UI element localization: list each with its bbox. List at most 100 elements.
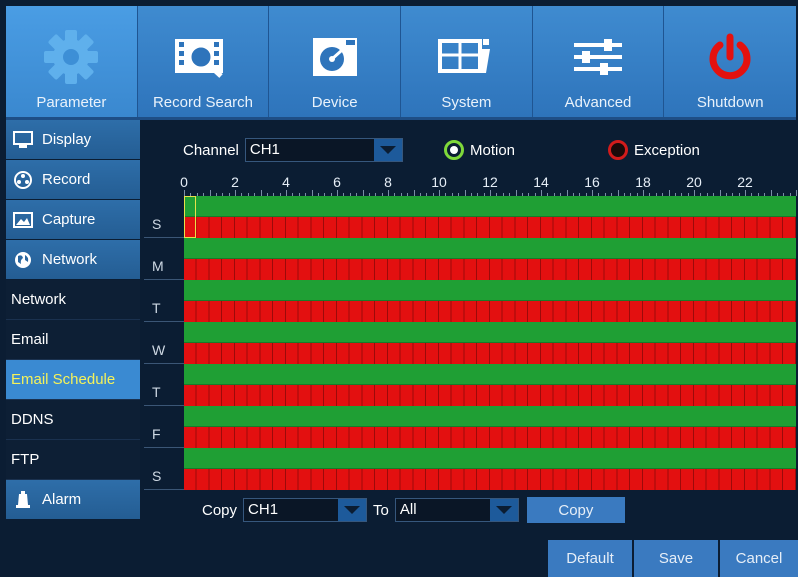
tab-advanced[interactable]: Advanced <box>533 6 665 117</box>
tab-shutdown[interactable]: Shutdown <box>664 6 796 117</box>
sidebar-item-network[interactable]: Network <box>6 240 140 280</box>
sidebar-item-label: Alarm <box>42 491 82 508</box>
day-label: T <box>152 384 161 400</box>
sidebar-item-display[interactable]: Display <box>6 120 140 160</box>
sidebar-item-network-sub[interactable]: Network <box>6 280 140 320</box>
exception-schedule-bar[interactable] <box>184 217 796 238</box>
schedule-row[interactable] <box>184 196 796 238</box>
gear-icon <box>39 30 103 84</box>
hour-label: 14 <box>533 174 549 190</box>
day-divider <box>144 237 184 238</box>
hour-label: 4 <box>282 174 290 190</box>
motion-schedule-bar[interactable] <box>184 322 796 343</box>
tab-system[interactable]: System <box>401 6 533 117</box>
sidebar-item-ftp[interactable]: FTP <box>6 440 140 480</box>
copy-button[interactable]: Copy <box>526 497 625 523</box>
day-divider <box>144 489 184 490</box>
day-divider <box>144 405 184 406</box>
day-label: S <box>152 216 162 232</box>
sidebar-item-label: FTP <box>11 451 40 468</box>
day-label: S <box>152 468 162 484</box>
hour-label: 8 <box>384 174 392 190</box>
hour-label: 22 <box>737 174 753 190</box>
legend-exception-label: Exception <box>634 141 700 159</box>
day-label: W <box>152 342 166 358</box>
cancel-button[interactable]: Cancel <box>718 540 798 577</box>
day-divider <box>144 447 184 448</box>
tab-device[interactable]: Device <box>269 6 402 117</box>
sidebar: Display Record Capture Network Network E… <box>6 120 140 577</box>
schedule-grid[interactable] <box>184 196 796 490</box>
exception-schedule-bar[interactable] <box>184 301 796 322</box>
motion-schedule-bar[interactable] <box>184 406 796 427</box>
schedule-row[interactable] <box>184 322 796 364</box>
hour-timeline: 0 2 4 6 8 10 12 14 16 18 20 22 <box>180 174 797 196</box>
tab-label: Record Search <box>152 94 254 111</box>
sidebar-item-label: Email Schedule <box>11 371 116 388</box>
sidebar-item-label: Display <box>42 131 92 148</box>
exception-schedule-bar[interactable] <box>184 343 796 364</box>
legend-motion[interactable]: Motion <box>444 140 515 160</box>
legend-motion-label: Motion <box>470 141 516 159</box>
alarm-bell-icon <box>12 490 34 509</box>
film-search-icon <box>173 32 233 82</box>
tab-label: Parameter <box>36 94 107 111</box>
day-divider <box>144 321 184 322</box>
copy-to-label: To <box>373 501 389 519</box>
sidebar-item-record[interactable]: Record <box>6 160 140 200</box>
sliders-icon <box>570 32 626 82</box>
schedule-row[interactable] <box>184 238 796 280</box>
schedule-row[interactable] <box>184 406 796 448</box>
image-icon <box>12 211 34 229</box>
motion-schedule-bar[interactable] <box>184 364 796 385</box>
globe-icon <box>12 251 34 269</box>
motion-schedule-bar[interactable] <box>184 448 796 469</box>
copy-from-select[interactable]: CH1 <box>243 498 368 522</box>
hour-label: 6 <box>333 174 341 190</box>
copy-row: Copy CH1 To All Copy <box>202 497 625 523</box>
tab-label: Shutdown <box>696 94 764 111</box>
schedule-row[interactable] <box>184 364 796 406</box>
hour-label: 12 <box>482 174 498 190</box>
sidebar-item-ddns[interactable]: DDNS <box>6 400 140 440</box>
exception-schedule-bar[interactable] <box>184 427 796 448</box>
channel-select[interactable]: CH1 <box>244 138 403 162</box>
exception-schedule-bar[interactable] <box>184 385 796 406</box>
hour-label: 16 <box>584 174 600 190</box>
power-icon <box>705 32 755 82</box>
schedule-row[interactable] <box>184 280 796 322</box>
exception-schedule-bar[interactable] <box>184 469 796 490</box>
motion-schedule-bar[interactable] <box>184 196 796 217</box>
motion-schedule-bar[interactable] <box>184 238 796 259</box>
hour-label: 2 <box>231 174 239 190</box>
action-buttons: Default Save Cancel <box>546 540 798 577</box>
motion-schedule-bar[interactable] <box>184 280 796 301</box>
day-label: T <box>152 300 161 316</box>
default-button[interactable]: Default <box>546 540 632 577</box>
copy-to-select[interactable]: All <box>394 498 519 522</box>
tab-parameter[interactable]: Parameter <box>6 6 138 117</box>
sidebar-item-label: Email <box>11 331 49 348</box>
record-reel-icon <box>12 170 34 189</box>
motion-radio-icon <box>444 140 464 160</box>
sidebar-item-email-schedule[interactable]: Email Schedule <box>6 360 140 400</box>
sidebar-item-email[interactable]: Email <box>6 320 140 360</box>
legend-exception[interactable]: Exception <box>608 140 700 160</box>
channel-label: Channel <box>183 141 239 159</box>
monitor-icon <box>12 130 34 149</box>
save-button[interactable]: Save <box>632 540 718 577</box>
tab-label: System <box>441 94 492 111</box>
sidebar-item-label: Record <box>42 171 91 188</box>
sidebar-item-label: Capture <box>42 211 96 228</box>
sidebar-item-capture[interactable]: Capture <box>6 200 140 240</box>
sidebar-item-alarm[interactable]: Alarm <box>6 480 140 520</box>
channel-row: Channel CH1 <box>183 138 403 162</box>
chevron-down-icon <box>338 499 367 521</box>
schedule-row[interactable] <box>184 448 796 490</box>
tab-label: Advanced <box>564 94 632 111</box>
channel-select-value: CH1 <box>249 141 280 158</box>
tab-record-search[interactable]: Record Search <box>138 6 270 117</box>
sidebar-item-label: Network <box>42 251 98 268</box>
copy-to-value: All <box>399 501 417 518</box>
exception-schedule-bar[interactable] <box>184 259 796 280</box>
